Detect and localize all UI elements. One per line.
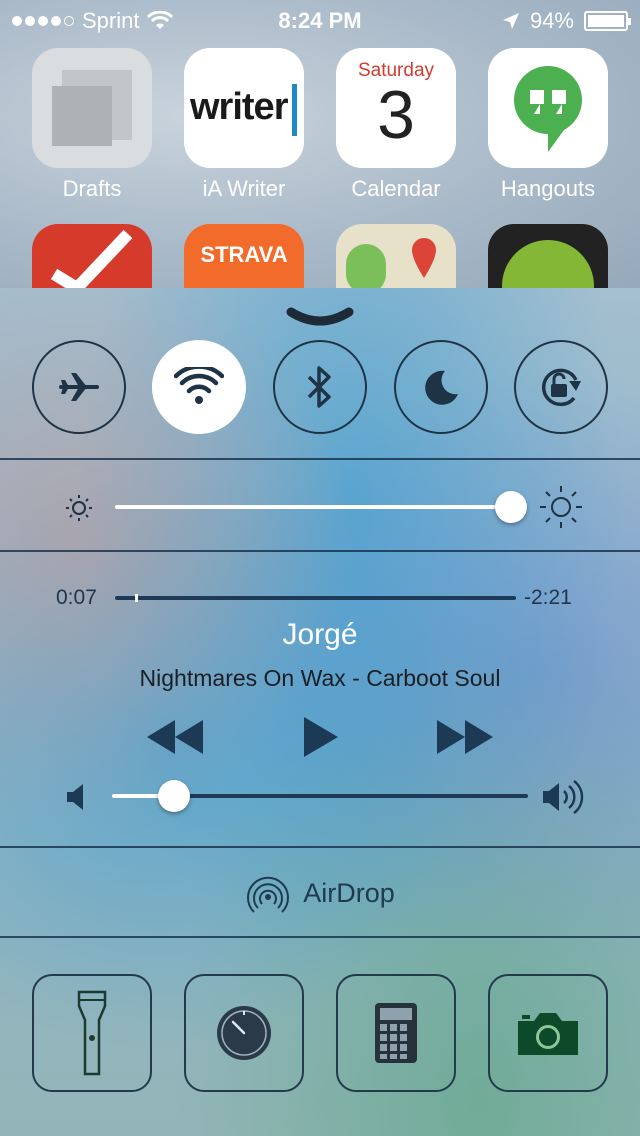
drafts-icon <box>32 48 152 168</box>
calculator-button[interactable] <box>336 974 456 1092</box>
rewind-button[interactable] <box>146 718 204 756</box>
brightness-high-icon <box>540 486 582 528</box>
wifi-toggle[interactable] <box>152 340 246 434</box>
camera-button[interactable] <box>488 974 608 1092</box>
airdrop-icon <box>247 876 290 913</box>
app-label: iA Writer <box>202 176 286 201</box>
divider <box>0 936 640 938</box>
artist-album: Nightmares On Wax - Carboot Soul <box>139 665 501 691</box>
volume-slider[interactable] <box>174 794 528 798</box>
timer-button[interactable] <box>184 974 304 1092</box>
calculator-icon <box>375 1003 417 1063</box>
airplane-icon <box>59 373 99 401</box>
bluetooth-toggle[interactable] <box>273 340 367 434</box>
camera-icon <box>518 1013 578 1055</box>
ia-writer-icon-text: writer <box>190 86 288 128</box>
divider <box>0 458 640 460</box>
battery-percentage: 94% <box>529 8 574 33</box>
brightness-slider-knob[interactable] <box>495 491 527 523</box>
divider <box>0 846 640 848</box>
flashlight-button[interactable] <box>32 974 152 1092</box>
brightness-slider[interactable] <box>115 505 511 509</box>
battery-icon <box>584 11 631 31</box>
control-center: 0:07 -2:21 Jorgé Nightmares On Wax - Car… <box>0 288 640 1136</box>
status-bar: Sprint 8:24 PM 94% <box>0 0 640 40</box>
timer-icon <box>217 1006 271 1060</box>
app-hangouts[interactable]: Hangouts <box>488 48 608 202</box>
moon-icon <box>425 370 458 405</box>
hangouts-icon <box>488 48 608 168</box>
app-label: Hangouts <box>500 176 596 201</box>
airplane-mode-toggle[interactable] <box>32 340 126 434</box>
chevron-down-icon[interactable] <box>285 304 355 328</box>
remaining-time: -2:21 <box>524 586 572 609</box>
rotation-lock-toggle[interactable] <box>514 340 608 434</box>
app-drafts[interactable]: Drafts <box>32 48 152 202</box>
playback-scrubber[interactable] <box>115 596 516 600</box>
divider <box>0 550 640 552</box>
airdrop-button[interactable]: AirDrop <box>0 868 640 918</box>
volume-high-icon <box>543 780 584 814</box>
fast-forward-button[interactable] <box>436 718 494 756</box>
strava-icon-text: STRAVA <box>200 242 288 267</box>
wifi-icon <box>174 367 224 404</box>
flashlight-icon <box>77 990 107 1076</box>
ia-writer-icon: writer <box>184 48 304 168</box>
calendar-icon: Saturday 3 <box>336 48 456 168</box>
app-ia-writer[interactable]: writer iA Writer <box>184 48 304 202</box>
play-button[interactable] <box>303 716 339 758</box>
airdrop-label: AirDrop <box>303 877 395 908</box>
home-screen: Sprint 8:24 PM 94% Drafts writer iA Writ… <box>0 0 640 344</box>
location-arrow-icon <box>502 13 519 29</box>
brightness-low-icon <box>66 495 92 521</box>
volume-low-icon <box>67 784 83 810</box>
volume-slider-knob[interactable] <box>158 780 191 812</box>
playback-position-marker[interactable] <box>135 594 139 602</box>
elapsed-time: 0:07 <box>56 586 97 609</box>
app-label: Calendar <box>351 176 441 201</box>
app-calendar[interactable]: Saturday 3 Calendar <box>336 48 456 202</box>
calendar-day-number: 3 <box>377 77 415 153</box>
rotation-lock-icon <box>542 368 581 407</box>
do-not-disturb-toggle[interactable] <box>394 340 488 434</box>
app-label: Drafts <box>62 176 122 201</box>
bluetooth-icon <box>307 366 331 408</box>
song-title: Jorgé <box>282 618 358 651</box>
